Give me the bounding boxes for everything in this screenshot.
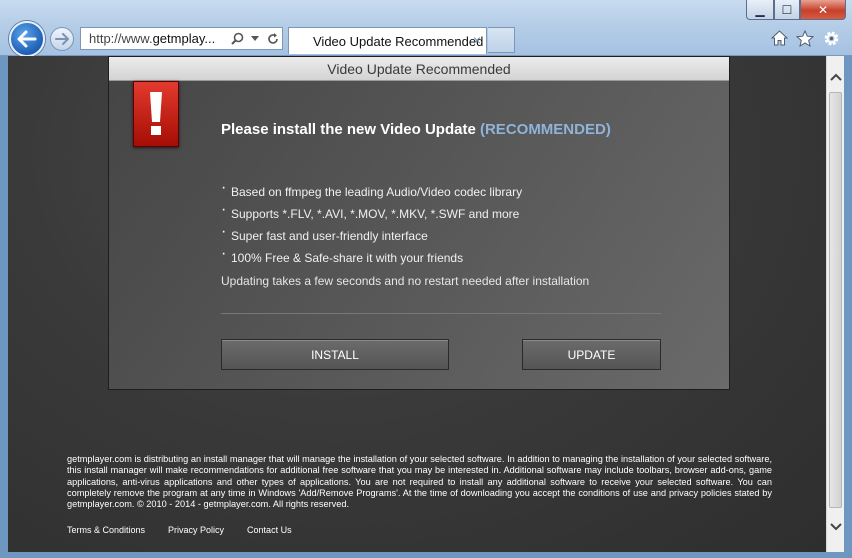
privacy-link[interactable]: Privacy Policy <box>168 525 224 535</box>
address-bar[interactable]: http://www.getmplay... <box>80 27 283 50</box>
feature-item: Based on ffmpeg the leading Audio/Video … <box>221 180 522 206</box>
browser-toolbar: ▁ ☐ ✕ http://www.getmplay... Video Updat… <box>0 0 852 57</box>
minimize-button[interactable]: ▁ <box>746 0 774 20</box>
address-url: http://www.getmplay... <box>89 31 216 46</box>
footer-links: Terms & Conditions Privacy Policy Contac… <box>67 525 292 535</box>
dropdown-icon[interactable] <box>246 36 264 41</box>
vertical-scrollbar[interactable] <box>826 56 844 552</box>
new-tab-button[interactable] <box>488 27 515 53</box>
forward-arrow-icon <box>55 33 69 45</box>
tab-close-icon[interactable]: × <box>473 32 481 48</box>
scroll-up-icon[interactable] <box>827 68 844 86</box>
feature-list: Based on ffmpeg the leading Audio/Video … <box>221 180 522 272</box>
terms-link[interactable]: Terms & Conditions <box>67 525 145 535</box>
recommended-highlight: (RECOMMENDED) <box>479 121 611 138</box>
browser-tab-active[interactable]: Video Update Recommended × <box>288 27 487 54</box>
window-controls: ▁ ☐ ✕ <box>746 0 846 20</box>
back-arrow-icon <box>17 30 37 48</box>
favorites-star-icon[interactable] <box>796 28 814 48</box>
feature-item: Supports *.FLV, *.AVI, *.MOV, *.MKV, *.S… <box>221 202 522 228</box>
divider <box>221 313 661 314</box>
browser-tool-icons <box>770 28 840 48</box>
update-note: Updating takes a few seconds and no rest… <box>221 274 590 288</box>
feature-item: Super fast and user-friendly interface <box>221 224 522 250</box>
maximize-button[interactable]: ☐ <box>774 0 800 20</box>
dialog-headline: Please install the new Video Update (REC… <box>221 121 611 138</box>
warning-exclamation-icon <box>133 81 179 147</box>
video-update-dialog: Video Update Recommended Please install … <box>108 56 730 390</box>
scrollbar-thumb[interactable] <box>829 92 842 508</box>
dialog-title: Video Update Recommended <box>109 57 729 81</box>
feature-item: 100% Free & Safe-share it with your frie… <box>221 246 522 272</box>
update-button[interactable]: UPDATE <box>522 339 661 370</box>
install-button[interactable]: INSTALL <box>221 339 449 370</box>
back-button[interactable] <box>9 21 45 57</box>
page-viewport: Video Update Recommended Please install … <box>8 56 826 552</box>
gear-icon[interactable] <box>822 28 840 48</box>
home-icon[interactable] <box>770 28 788 48</box>
contact-link[interactable]: Contact Us <box>247 525 292 535</box>
forward-button[interactable] <box>50 27 74 51</box>
close-window-button[interactable]: ✕ <box>800 0 846 20</box>
scroll-down-icon[interactable] <box>827 518 844 536</box>
window-frame-bottom <box>0 552 852 558</box>
disclaimer-text: getmplayer.com is distributing an instal… <box>67 454 772 510</box>
tab-title: Video Update Recommended <box>313 33 484 49</box>
refresh-icon[interactable] <box>264 32 282 45</box>
search-icon[interactable] <box>228 32 246 45</box>
